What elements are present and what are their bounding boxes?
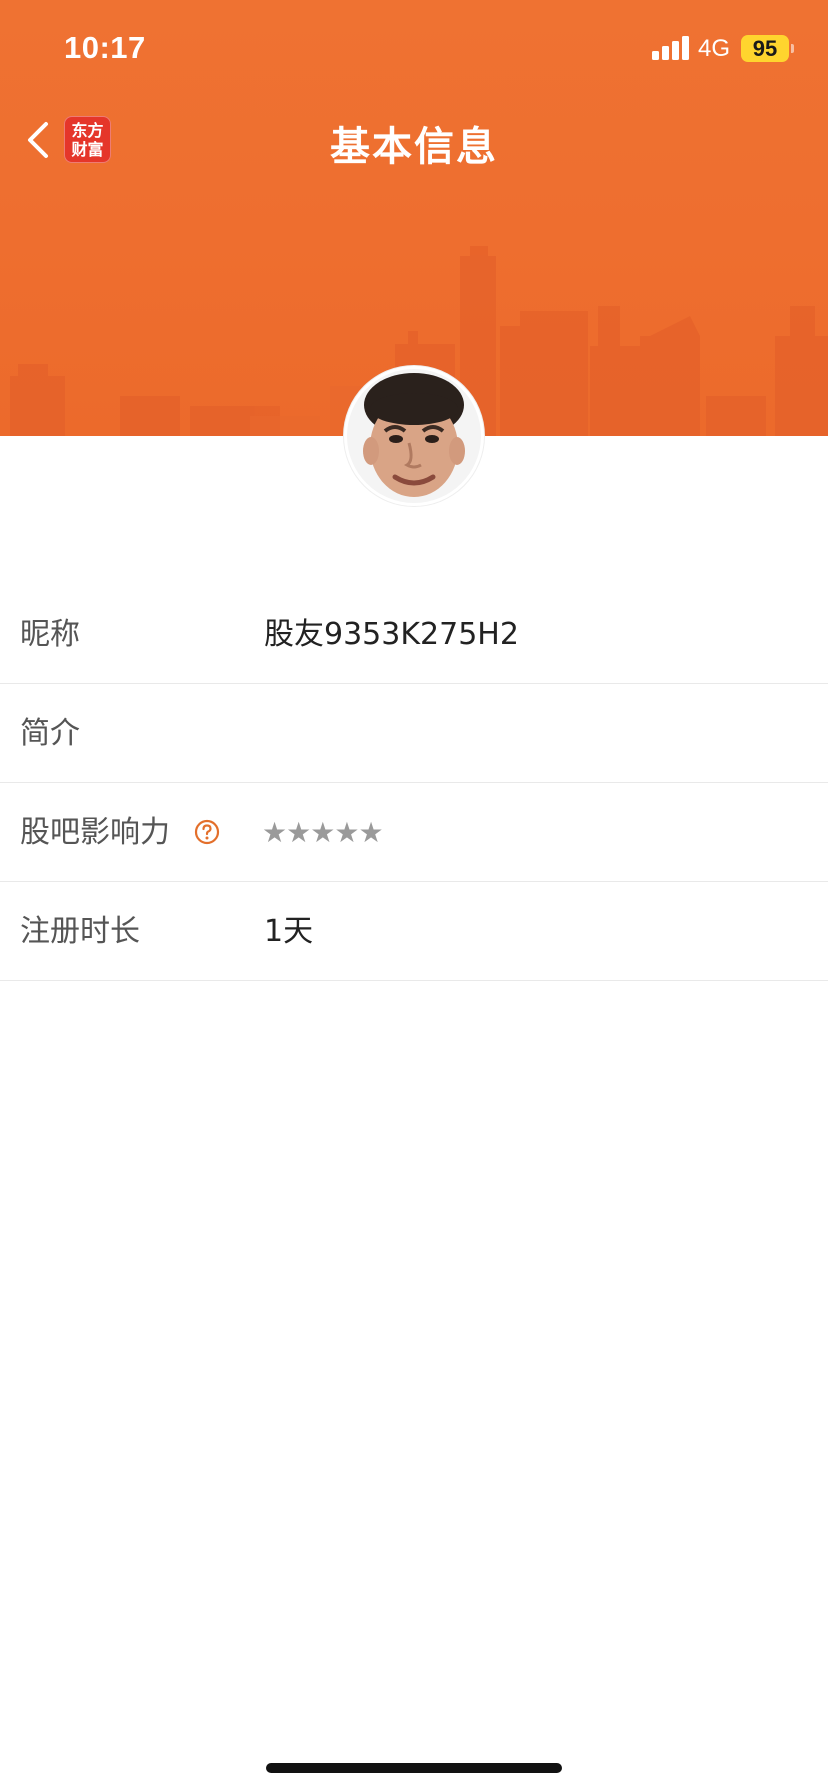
- battery-cap-icon: [791, 44, 794, 53]
- navigation-bar: 东方 财富 基本信息: [0, 100, 828, 180]
- registration-label: 注册时长: [20, 914, 140, 949]
- page-title: 基本信息: [330, 124, 498, 170]
- star-icon: ★: [358, 816, 383, 849]
- nickname-value: 股友9353K275H2: [264, 617, 519, 652]
- info-row-bio[interactable]: 简介: [0, 684, 828, 783]
- status-bar: 10:17 4G 95: [0, 0, 828, 96]
- nickname-label: 昵称: [20, 617, 80, 652]
- registration-value: 1天: [264, 914, 314, 949]
- cellular-signal-icon: [652, 36, 689, 60]
- info-row-influence: 股吧影响力 ★★★★★: [0, 783, 828, 882]
- star-icon: ★: [262, 816, 287, 849]
- avatar-face-image: [347, 369, 481, 503]
- help-question-icon[interactable]: [194, 819, 220, 845]
- influence-star-rating: ★★★★★: [262, 783, 384, 882]
- network-type: 4G: [698, 35, 731, 62]
- profile-info-list: 昵称 股友9353K275H2 简介 股吧影响力 ★★★★★ 注册时长 1天: [0, 585, 828, 981]
- battery-level: 95: [741, 35, 789, 62]
- info-row-nickname[interactable]: 昵称 股友9353K275H2: [0, 585, 828, 684]
- info-row-registration: 注册时长 1天: [0, 882, 828, 981]
- status-time: 10:17: [64, 30, 146, 65]
- home-indicator[interactable]: [266, 1763, 562, 1773]
- user-avatar[interactable]: [344, 366, 484, 506]
- star-icon: ★: [334, 816, 359, 849]
- bio-label: 简介: [20, 716, 80, 751]
- star-icon: ★: [286, 816, 311, 849]
- influence-label: 股吧影响力: [20, 815, 170, 850]
- star-icon: ★: [310, 816, 335, 849]
